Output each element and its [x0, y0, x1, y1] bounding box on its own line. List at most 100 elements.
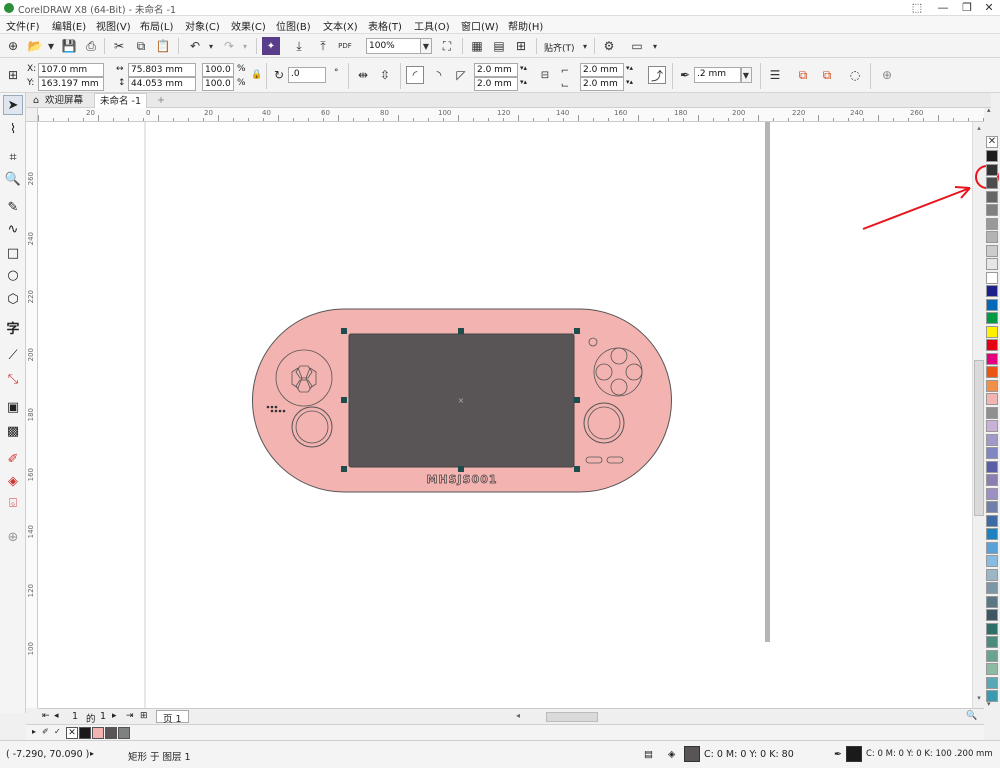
scroll-left-icon[interactable]: ◂	[516, 711, 520, 720]
color-swatch[interactable]	[986, 217, 998, 230]
horizontal-ruler[interactable]: 20 0 20 40 60 80 100 120 140 160 180 200 220 240 260	[38, 108, 984, 122]
menu-item[interactable]: 布局(L)	[140, 18, 173, 33]
options-gear-icon[interactable]: ⚙	[600, 37, 618, 55]
print-icon[interactable]: ⎙	[82, 37, 100, 55]
wrap-text-icon[interactable]: ☰	[766, 66, 784, 84]
publish-pdf-icon[interactable]: PDF	[336, 37, 354, 55]
color-swatch[interactable]	[986, 568, 998, 581]
doc-palette-eyedropper-icon[interactable]: ✐	[42, 727, 49, 736]
corner-radius-bottom-left-input[interactable]: 2.0 mm	[474, 77, 518, 91]
color-swatch[interactable]	[986, 177, 998, 189]
menu-item[interactable]: 表格(T)	[368, 18, 402, 33]
menu-item[interactable]: 工具(O)	[414, 18, 450, 33]
color-swatch[interactable]	[986, 582, 998, 594]
show-rulers-icon[interactable]: ▦	[468, 37, 486, 55]
color-swatch[interactable]	[986, 595, 998, 608]
color-swatch[interactable]	[986, 433, 998, 446]
transparency-tool-icon[interactable]: ▩	[3, 421, 23, 441]
new-document-icon[interactable]: ⊕	[4, 37, 22, 55]
color-swatch[interactable]	[986, 514, 998, 527]
zoom-one-shot-icon[interactable]: 🔍	[966, 711, 977, 721]
lock-ratio-icon[interactable]: 🔒	[248, 66, 266, 84]
artistic-media-tool-icon[interactable]: ∿	[3, 219, 23, 239]
launcher-dropdown-icon[interactable]: ▾	[646, 37, 664, 55]
doc-swatch-none[interactable]: ✕	[66, 727, 78, 739]
user-icon[interactable]: ⬚	[904, 0, 930, 16]
menu-item[interactable]: 效果(C)	[231, 18, 266, 33]
mirror-horizontal-icon[interactable]: ⇹	[354, 66, 372, 84]
doc-palette-edit-icon[interactable]: ✓	[54, 727, 61, 736]
outline-width-input[interactable]: .2 mm	[694, 67, 742, 83]
menu-item[interactable]: 窗口(W)	[461, 18, 499, 33]
color-swatch[interactable]	[986, 366, 998, 378]
color-swatch[interactable]	[986, 636, 998, 648]
zoom-tool-icon[interactable]: 🔍	[3, 169, 23, 189]
text-tool-icon[interactable]: 字	[3, 317, 23, 337]
color-swatch[interactable]	[986, 231, 998, 243]
color-swatch[interactable]	[986, 271, 998, 284]
color-swatch[interactable]	[986, 609, 998, 621]
corner-radius-bottom-right-input[interactable]: 2.0 mm	[580, 77, 624, 91]
paste-icon[interactable]: 📋	[154, 37, 172, 55]
full-screen-icon[interactable]: ⛶	[438, 37, 456, 55]
crop-tool-icon[interactable]: ⌗	[3, 147, 23, 167]
connector-tool-icon[interactable]: ⤡	[3, 369, 23, 389]
copy-icon[interactable]: ⧉	[132, 37, 150, 55]
drop-shadow-tool-icon[interactable]: ▣	[3, 397, 23, 417]
import-icon[interactable]: ⤓	[290, 37, 308, 55]
page-tab[interactable]: 页 1	[156, 710, 189, 725]
corner-radius-top-left-input[interactable]: 2.0 mm	[474, 63, 518, 77]
color-swatch[interactable]	[986, 528, 998, 540]
color-proof-icon[interactable]: ▤	[644, 749, 653, 760]
shape-tool-icon[interactable]: ⌇	[3, 119, 23, 139]
menu-item[interactable]: 编辑(E)	[52, 18, 86, 33]
menu-item[interactable]: 对象(C)	[185, 18, 220, 33]
status-expand-icon[interactable]: ▸	[90, 749, 94, 758]
mirror-vertical-icon[interactable]: ⇳	[376, 66, 394, 84]
color-swatch[interactable]	[986, 393, 998, 405]
palette-scroll-up-icon[interactable]: ▴	[987, 106, 991, 114]
menu-item[interactable]: 位图(B)	[276, 18, 311, 33]
color-swatch[interactable]	[986, 487, 998, 500]
polygon-tool-icon[interactable]: ⬡	[3, 289, 23, 309]
relative-corner-scaling-icon[interactable]: ⤴	[648, 66, 666, 84]
color-swatch[interactable]	[986, 258, 998, 270]
zoom-dropdown-icon[interactable]: ▼	[420, 38, 432, 54]
vertical-ruler[interactable]: 260 240 220 200 180 160 140 120 100	[26, 122, 38, 708]
no-color-swatch[interactable]: ✕	[986, 136, 998, 148]
doc-palette-menu-icon[interactable]: ▸	[32, 727, 36, 736]
position-y-input[interactable]: 163.197 mm	[38, 77, 104, 91]
export-icon[interactable]: ⤒	[314, 37, 332, 55]
to-back-icon[interactable]: ⧉	[818, 66, 836, 84]
fill-color-swatch[interactable]	[684, 746, 700, 762]
color-swatch[interactable]	[986, 379, 998, 392]
color-swatch[interactable]	[986, 312, 998, 324]
snap-dropdown-icon[interactable]: ▾	[576, 37, 594, 55]
last-page-icon[interactable]: ⇥	[126, 711, 134, 721]
tab-add-icon[interactable]: +	[152, 93, 170, 108]
color-swatch[interactable]	[986, 244, 998, 257]
horizontal-scroll-thumb[interactable]	[546, 712, 598, 722]
vertical-scrollbar[interactable]: ▴ ▾	[972, 122, 984, 708]
pick-tool-icon[interactable]: ➤	[3, 95, 23, 115]
color-swatch[interactable]	[986, 204, 998, 216]
convert-to-curves-icon[interactable]: ◌	[846, 66, 864, 84]
rotation-angle-input[interactable]: .0	[288, 67, 326, 83]
color-swatch[interactable]	[986, 501, 998, 513]
rectangle-tool-icon[interactable]: □	[3, 243, 23, 263]
color-swatch[interactable]	[986, 663, 998, 675]
color-swatch[interactable]	[986, 541, 998, 554]
color-swatch[interactable]	[986, 555, 998, 567]
outline-color-swatch[interactable]	[846, 746, 862, 762]
doc-swatch-pink[interactable]	[92, 727, 104, 739]
menu-item[interactable]: 帮助(H)	[508, 18, 543, 33]
doc-swatch-gray-dark[interactable]	[105, 727, 117, 739]
application-launcher-icon[interactable]: ▭	[628, 37, 646, 55]
height-input[interactable]: 44.053 mm	[128, 77, 196, 91]
doc-swatch-black[interactable]	[79, 727, 91, 739]
color-swatch[interactable]	[986, 622, 998, 635]
menu-item[interactable]: 视图(V)	[96, 18, 131, 33]
prev-page-icon[interactable]: ◂	[54, 711, 59, 721]
tab-welcome-screen[interactable]: 欢迎屏幕	[40, 93, 88, 108]
spin-bottom-left-icon[interactable]: ▾▴	[520, 78, 527, 86]
